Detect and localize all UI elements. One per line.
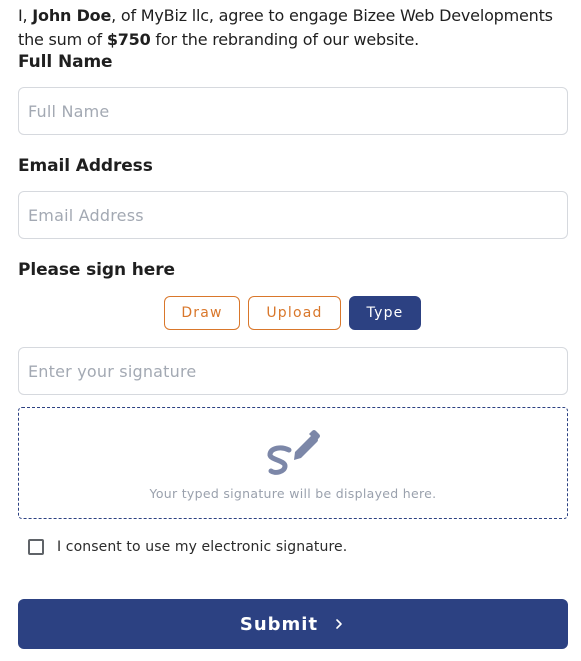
email-input[interactable] [18,191,568,239]
agreement-text: I, John Doe, of MyBiz llc, agree to enga… [18,4,573,52]
signature-text-input[interactable] [18,347,568,395]
signature-label: Please sign here [18,260,175,280]
consent-row[interactable]: I consent to use my electronic signature… [28,537,347,557]
agreement-prefix: I, [18,6,33,25]
tab-type[interactable]: Type [349,296,421,330]
email-label: Email Address [18,156,153,176]
tab-draw[interactable]: Draw [164,296,240,330]
signature-form-page: I, John Doe, of MyBiz llc, agree to enga… [0,0,581,661]
agreement-suffix: for the rebranding of our website. [150,30,419,49]
submit-button[interactable]: Submit [18,599,568,649]
consent-label: I consent to use my electronic signature… [57,539,348,555]
submit-label: Submit [239,613,319,635]
signature-pen-icon [267,430,320,475]
signature-preview-hint: Your typed signature will be displayed h… [149,486,437,501]
agreement-party-name: John Doe [32,6,112,25]
consent-checkbox[interactable] [28,539,44,555]
chevron-right-icon [336,619,342,629]
signature-mode-tabs: Draw Upload Type [0,296,581,330]
tab-upload[interactable]: Upload [248,296,341,330]
full-name-input[interactable] [18,87,568,135]
signature-preview-area: Your typed signature will be displayed h… [18,407,568,519]
full-name-label: Full Name [18,52,113,72]
agreement-amount: $750 [106,30,151,49]
